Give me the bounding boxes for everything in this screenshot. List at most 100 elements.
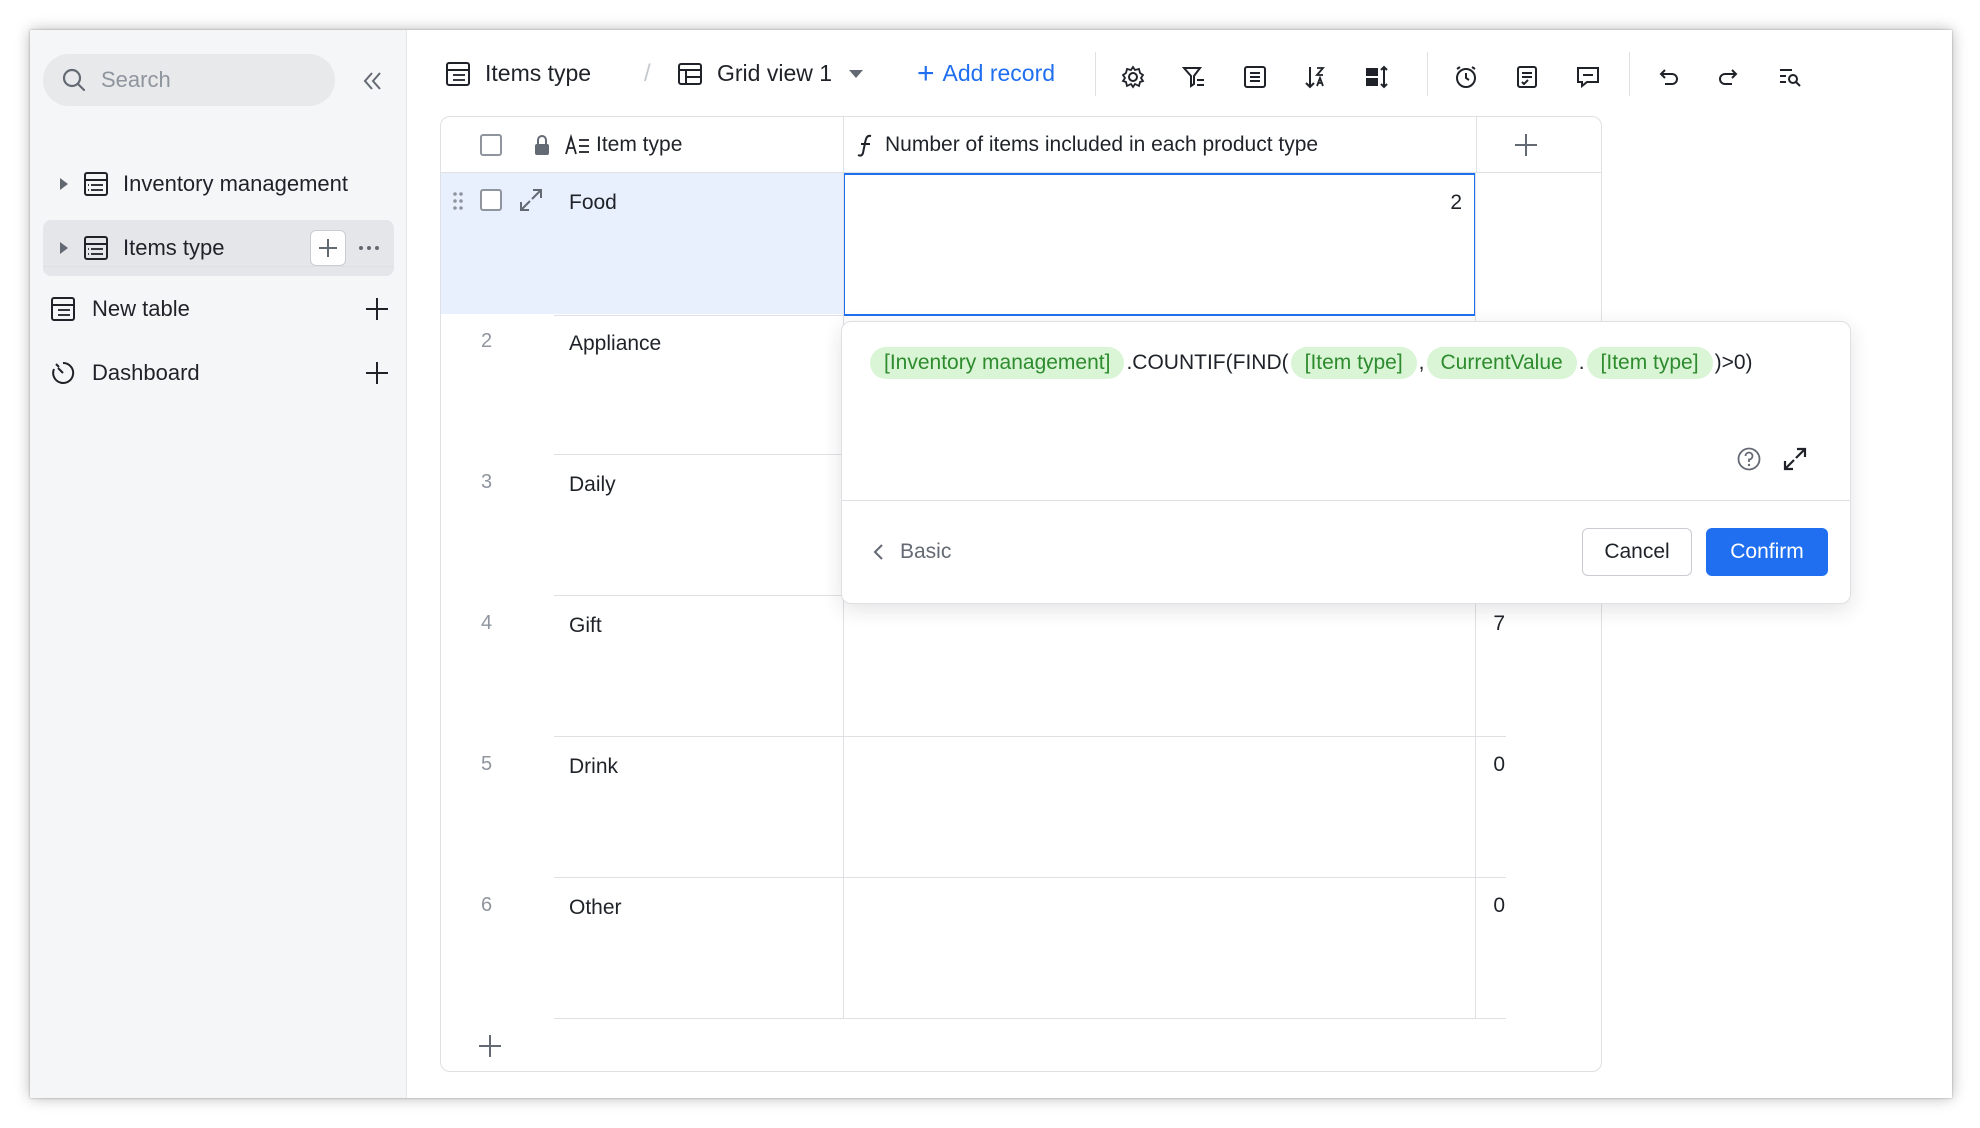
formula-icon: [857, 134, 872, 157]
cancel-button[interactable]: Cancel: [1582, 528, 1692, 576]
cell-value[interactable]: 7: [1493, 612, 1505, 636]
view-switcher[interactable]: Grid view 1: [677, 60, 864, 87]
column-divider: [843, 117, 844, 173]
add-column-icon[interactable]: [1513, 132, 1539, 158]
table-row[interactable]: 5 Drink 0: [441, 737, 1601, 878]
search-icon: [62, 68, 86, 92]
row-number: 4: [481, 612, 493, 634]
column-header-item-type[interactable]: Item type: [564, 133, 682, 157]
formula-field-token[interactable]: CurrentValue: [1426, 347, 1577, 379]
expand-icon[interactable]: [1782, 446, 1808, 472]
expand-record-icon[interactable]: [518, 187, 544, 213]
more-icon[interactable]: [356, 235, 382, 261]
grid-view-icon: [678, 62, 702, 85]
plus-icon[interactable]: [364, 360, 390, 386]
new-table-item[interactable]: New table: [50, 287, 390, 331]
row-divider: [554, 1018, 1506, 1019]
cell-value[interactable]: 0: [1493, 753, 1505, 777]
new-table-label: New table: [92, 296, 190, 321]
toolbar-divider: [1629, 52, 1630, 96]
column-header-formula[interactable]: Number of items included in each product…: [855, 133, 1318, 157]
dashboard-label: Dashboard: [92, 360, 200, 385]
formula-text: )>0): [1714, 351, 1753, 374]
sidebar-divider: [43, 266, 394, 267]
formula-input[interactable]: [Inventory management] .COUNTIF(FIND([Ite…: [868, 344, 1828, 382]
cell-item-type[interactable]: Daily: [569, 473, 616, 497]
settings-icon[interactable]: [1120, 64, 1146, 90]
drag-handle-icon[interactable]: [451, 190, 465, 212]
add-record-plus: +: [917, 56, 935, 90]
cell-item-type[interactable]: Food: [569, 191, 617, 215]
table-row[interactable]: Food: [441, 173, 843, 314]
table-icon: [84, 236, 108, 260]
app-window: Search Inventory management Items type N…: [30, 30, 1952, 1098]
sidebar-item-label: Inventory management: [123, 171, 349, 196]
dashboard-icon: [52, 361, 75, 384]
toolbar-divider: [1427, 52, 1428, 96]
row-number: 2: [481, 330, 493, 352]
filter-icon[interactable]: [1181, 64, 1207, 90]
select-all-checkbox[interactable]: [480, 134, 502, 156]
formula-text: ,: [1418, 351, 1425, 374]
grid-header: Item type Number of items included in ea…: [441, 117, 1601, 173]
sort-icon[interactable]: [1303, 64, 1329, 90]
expand-arrow-icon[interactable]: [59, 177, 69, 191]
formula-field-token[interactable]: [Item type]: [1290, 347, 1417, 379]
confirm-button[interactable]: Confirm: [1706, 528, 1828, 576]
toolbar: Items type / Grid view 1 + Add record: [407, 30, 1952, 122]
cell-item-type[interactable]: Drink: [569, 755, 618, 779]
search-box[interactable]: Search: [43, 54, 335, 106]
search-placeholder: Search: [101, 67, 171, 92]
formula-field-token[interactable]: [Item type]: [1586, 347, 1713, 379]
cell-item-type[interactable]: Gift: [569, 614, 602, 638]
help-icon[interactable]: [1736, 446, 1762, 472]
chevron-left-icon: [873, 544, 883, 560]
cell-value[interactable]: 0: [1493, 894, 1505, 918]
undo-icon[interactable]: [1655, 64, 1681, 90]
row-divider: [554, 315, 843, 316]
sidebar-item-label: Items type: [123, 235, 225, 260]
expand-arrow-icon[interactable]: [59, 241, 69, 255]
table-row[interactable]: 4 Gift 7: [441, 596, 1601, 737]
basic-back-button[interactable]: Basic: [872, 540, 951, 564]
add-row-icon[interactable]: [477, 1033, 503, 1059]
row-checkbox[interactable]: [480, 189, 502, 211]
add-record-label: Add record: [942, 60, 1056, 86]
plus-icon[interactable]: [364, 296, 390, 322]
alarm-icon[interactable]: [1453, 64, 1479, 90]
formula-field-token[interactable]: [Inventory management]: [870, 347, 1125, 379]
add-record-button[interactable]: + Add record: [917, 56, 1056, 90]
cell-item-type[interactable]: Other: [569, 896, 622, 920]
redo-icon[interactable]: [1716, 64, 1742, 90]
popup-divider: [842, 500, 1850, 501]
formula-editor-popup: [Inventory management] .COUNTIF(FIND([Ite…: [841, 321, 1851, 604]
collapse-sidebar-icon[interactable]: [357, 66, 387, 96]
find-icon[interactable]: [1777, 64, 1803, 90]
row-number: 3: [481, 471, 493, 493]
sidebar-item-items-type[interactable]: Items type: [43, 220, 394, 276]
formula-text: .COUNTIF(FIND(: [1126, 351, 1289, 374]
group-icon[interactable]: [1242, 64, 1268, 90]
row-height-icon[interactable]: [1364, 64, 1390, 90]
table-title[interactable]: Items type: [445, 60, 591, 87]
add-button[interactable]: [310, 230, 346, 266]
form-icon[interactable]: [1514, 64, 1540, 90]
table-row[interactable]: 6 Other 0: [441, 878, 1601, 1019]
row-number: 6: [481, 894, 493, 916]
view-name: Grid view 1: [717, 60, 833, 86]
selected-formula-cell[interactable]: 2: [843, 173, 1476, 316]
text-field-icon: [565, 134, 589, 155]
cell-item-type[interactable]: Appliance: [569, 332, 661, 356]
breadcrumb-separator: /: [644, 60, 651, 87]
table-icon: [84, 172, 108, 196]
column-label: Item type: [596, 133, 683, 156]
sidebar: Search Inventory management Items type N…: [30, 30, 407, 1098]
row-number: 5: [481, 753, 493, 775]
formula-text: .: [1578, 351, 1585, 374]
sidebar-item-inventory-management[interactable]: Inventory management: [43, 156, 394, 212]
dashboard-item[interactable]: Dashboard: [50, 351, 390, 395]
column-divider: [1476, 117, 1477, 173]
comment-icon[interactable]: [1575, 64, 1601, 90]
table-icon: [51, 297, 75, 321]
table-icon: [446, 61, 470, 86]
